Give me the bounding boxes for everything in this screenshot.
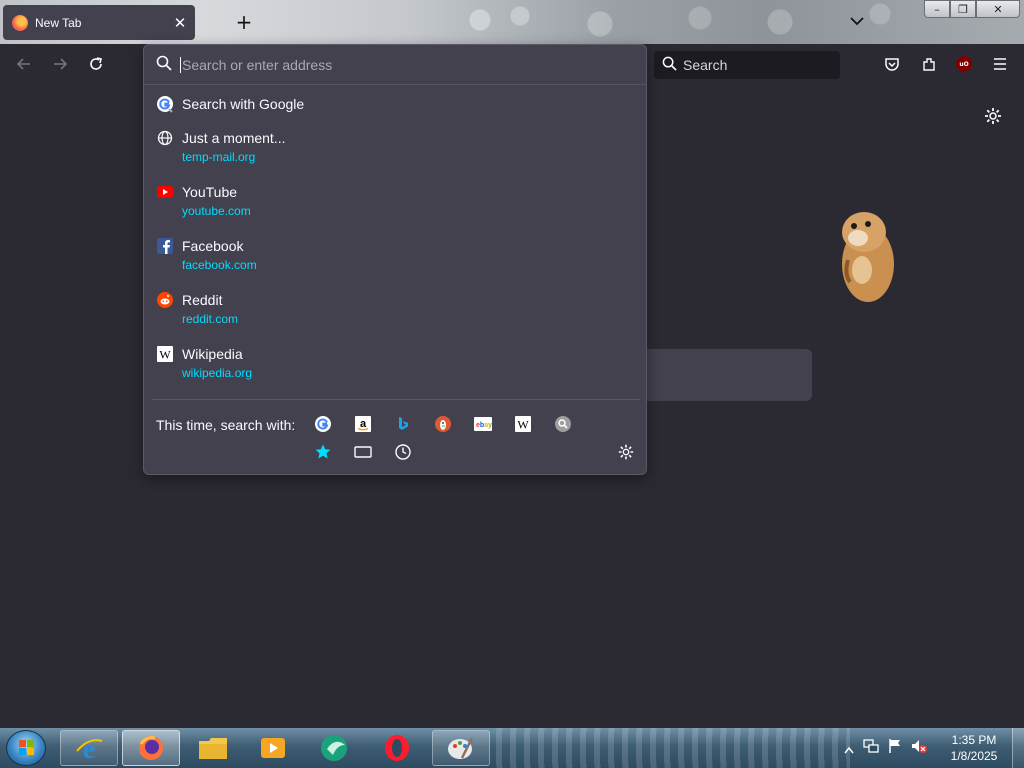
urlbar[interactable] (144, 45, 646, 85)
svg-text:W: W (159, 348, 171, 362)
result-facebook[interactable]: Facebook facebook.com (144, 235, 646, 289)
tab-strip: New Tab ✕ + – ❐ ✕ (0, 0, 1024, 44)
tabs-icon[interactable] (352, 441, 374, 463)
svg-text:ebay: ebay (476, 422, 492, 429)
history-clock-icon[interactable] (392, 441, 414, 463)
youtube-icon (156, 183, 174, 201)
result-title: Facebook (182, 238, 244, 254)
result-url: temp-mail.org (182, 150, 256, 164)
urlbar-popup: Search with Google Just a moment... temp… (143, 44, 647, 475)
clock-time: 1:35 PM (951, 733, 997, 747)
svg-text:a: a (360, 418, 367, 430)
close-window-button[interactable]: ✕ (976, 0, 1020, 18)
extensions-icon[interactable] (917, 52, 941, 76)
pocket-icon[interactable] (880, 52, 904, 76)
internet-explorer-icon[interactable]: e (60, 730, 118, 766)
clock-date: 1/8/2025 (950, 749, 998, 763)
reload-icon[interactable] (84, 52, 108, 76)
search-bar-label: Search (683, 57, 728, 73)
duckduckgo-engine-icon[interactable] (432, 413, 454, 435)
tab-close-icon[interactable]: ✕ (171, 14, 189, 32)
globe-icon (156, 129, 174, 147)
wikipedia-icon: W (156, 345, 174, 363)
result-title: Search with Google (182, 96, 305, 112)
result-temp-mail[interactable]: Just a moment... temp-mail.org (144, 127, 646, 181)
system-tray (844, 728, 928, 768)
bing-engine-icon[interactable] (392, 413, 414, 435)
amazon-engine-icon[interactable]: a (352, 413, 374, 435)
search-icon (662, 56, 677, 75)
search-bar[interactable]: Search (654, 51, 840, 79)
action-center-flag-icon[interactable] (888, 738, 902, 758)
result-title: Reddit (182, 292, 223, 308)
result-url: facebook.com (182, 258, 257, 272)
wikipedia-engine-icon[interactable]: W (512, 413, 534, 435)
hamster-image (834, 204, 898, 304)
address-input[interactable] (180, 56, 600, 73)
facebook-icon (156, 237, 174, 255)
tab-title: New Tab (35, 15, 82, 30)
volume-muted-icon[interactable] (910, 738, 928, 758)
svg-text:e: e (83, 734, 95, 763)
paint-icon[interactable] (432, 730, 490, 766)
back-icon[interactable] (12, 52, 36, 76)
svg-text:W: W (517, 418, 529, 432)
divider (152, 399, 640, 400)
search-engine-icon[interactable] (552, 413, 574, 435)
result-url: youtube.com (182, 204, 251, 218)
urlbar-results: Search with Google Just a moment... temp… (144, 93, 646, 397)
ebay-engine-icon[interactable]: ebay (472, 413, 494, 435)
result-search-google[interactable]: Search with Google (144, 93, 646, 127)
file-explorer-icon[interactable] (184, 730, 242, 766)
result-reddit[interactable]: Reddit reddit.com (144, 289, 646, 343)
firefox-taskbar-icon[interactable] (122, 730, 180, 766)
show-hidden-icons-icon[interactable] (844, 739, 854, 758)
chevron-down-icon[interactable] (846, 10, 868, 32)
minimize-button[interactable]: – (924, 0, 950, 18)
page-search-box[interactable] (640, 349, 812, 401)
teal-app-icon[interactable] (306, 730, 364, 766)
result-url: wikipedia.org (182, 366, 253, 380)
google-icon (156, 95, 174, 113)
google-engine-icon[interactable] (312, 413, 334, 435)
result-url: reddit.com (182, 312, 239, 326)
opera-icon[interactable] (368, 730, 426, 766)
forward-icon[interactable] (48, 52, 72, 76)
show-desktop-button[interactable] (1012, 728, 1024, 768)
search-icon (156, 55, 172, 75)
tab-new-tab[interactable]: New Tab ✕ (3, 5, 195, 40)
result-wikipedia[interactable]: W Wikipedia wikipedia.org (144, 343, 646, 397)
result-youtube[interactable]: YouTube youtube.com (144, 181, 646, 235)
media-player-icon[interactable] (244, 730, 302, 766)
menu-icon[interactable] (988, 52, 1012, 76)
search-settings-gear-icon[interactable] (615, 441, 637, 463)
one-off-label: This time, search with: (156, 417, 296, 433)
reddit-icon (156, 291, 174, 309)
firefox-icon (12, 14, 28, 31)
result-title: YouTube (182, 184, 238, 200)
bookmarks-star-icon[interactable] (312, 441, 334, 463)
taskbar: e 1:35 PM 1/8/2025 (0, 728, 1024, 768)
network-icon[interactable] (862, 738, 880, 758)
customize-gear-icon[interactable] (983, 106, 1003, 126)
maximize-button[interactable]: ❐ (950, 0, 976, 18)
new-tab-button[interactable]: + (232, 10, 256, 34)
windows-start-icon[interactable] (6, 730, 46, 766)
result-title: Wikipedia (182, 346, 243, 362)
ublock-origin-icon[interactable]: uO (952, 52, 976, 76)
window-controls: – ❐ ✕ (924, 0, 1020, 18)
result-title: Just a moment... (182, 130, 286, 146)
clock[interactable]: 1:35 PM 1/8/2025 (944, 732, 1004, 764)
